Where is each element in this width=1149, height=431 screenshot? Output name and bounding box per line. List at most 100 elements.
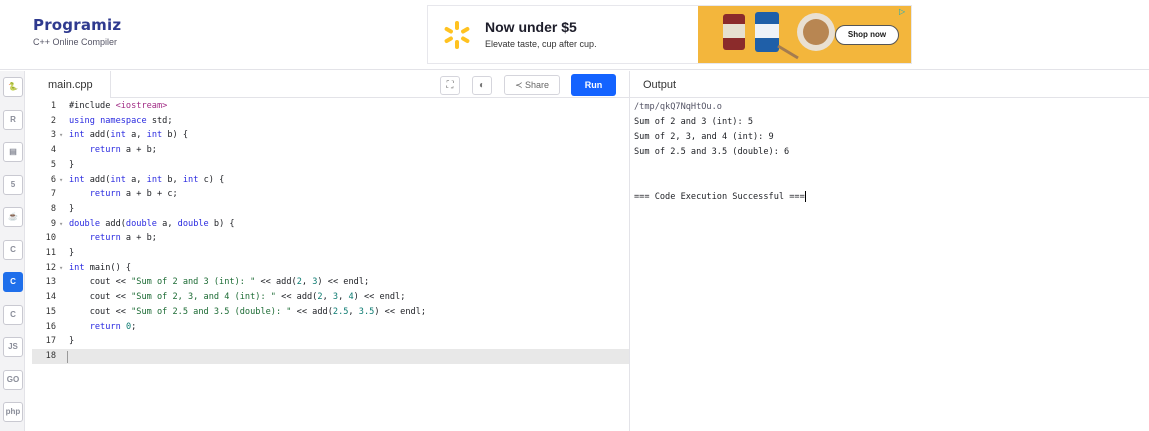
line-number: 16 [45,321,56,332]
text-cursor [67,350,68,363]
line-number: 12 [45,262,56,273]
language-sidebar: 🐍 R ▤ 5 ☕ C C C JS GO php [0,71,25,431]
output-console[interactable]: /tmp/qkQ7NqHtOu.o Sum of 2 and 3 (int): … [634,100,1144,205]
code-line[interactable]: 4 return a + b; [32,143,629,158]
output-path: /tmp/qkQ7NqHtOu.o [634,102,722,112]
fold-arrow-icon[interactable]: ▾ [59,261,63,276]
js-icon[interactable]: JS [3,337,23,357]
output-title: Output [643,79,677,91]
code-text: int add(int a, int b, int c) { [69,174,225,185]
code-text: } [69,159,75,170]
code-text: return 0; [89,321,137,332]
code-line[interactable]: 6 ▾ int add(int a, int b, int c) { [32,173,629,188]
fold-arrow-icon[interactable]: ▾ [59,128,63,143]
code-line[interactable]: 1 #include <iostream> [32,99,629,114]
code-line[interactable]: 9 ▾ double add(double a, double b) { [32,217,629,232]
code-line[interactable]: 18 [32,348,629,364]
editor-toolbar: main.cpp ⛶ ◐ ≺ Share Run [32,71,629,98]
code-text: cout << "Sum of 2.5 and 3.5 (double): " … [69,306,427,317]
code-line[interactable]: 2 using namespace std; [32,114,629,129]
line-number: 10 [45,233,56,244]
cpp-icon[interactable]: C [3,272,23,292]
top-header: Programiz C++ Online Compiler Now under … [0,0,1149,70]
code-text: cout << "Sum of 2 and 3 (int): " << add(… [69,277,370,288]
advertisement-banner[interactable]: Now under $5 Elevate taste, cup after cu… [427,5,912,64]
code-text: return a + b; [89,233,157,244]
output-line: Sum of 2 and 3 (int): 5 [634,117,753,127]
java-icon[interactable]: ☕ [3,207,23,227]
code-line[interactable]: 8} [32,202,629,217]
line-number: 14 [45,292,56,303]
code-line[interactable]: 13 cout << "Sum of 2 and 3 (int): " << a… [32,275,629,290]
ad-title: Now under $5 [485,19,577,35]
csharp-icon[interactable]: C [3,304,23,325]
output-line: Sum of 2.5 and 3.5 (double): 6 [634,147,790,157]
database-icon[interactable]: ▤ [3,142,23,162]
code-text: return a + b + c; [89,189,178,200]
line-number: 17 [45,336,56,347]
line-number: 2 [50,115,56,126]
shop-now-button[interactable]: Shop now [835,25,899,45]
code-line[interactable]: 12 ▾ int main() { [32,261,629,276]
line-number: 13 [45,277,56,288]
line-number: 8 [50,203,56,214]
line-number: 9 [50,218,56,229]
go-icon[interactable]: GO [3,369,23,390]
output-header: Output [630,71,1149,98]
line-number: 4 [50,145,56,156]
file-tab-main-cpp[interactable]: main.cpp [32,71,111,98]
fold-arrow-icon[interactable]: ▾ [59,173,63,188]
adchoices-icon[interactable]: ▷ [899,7,909,17]
line-number: 7 [50,189,56,200]
line-number: 1 [50,101,56,111]
code-text: } [69,336,75,347]
r-icon[interactable]: R [3,109,23,130]
brand-name: Programiz [33,16,122,34]
fold-arrow-icon[interactable]: ▾ [59,217,63,232]
ad-subtitle: Elevate taste, cup after cup. [485,39,597,49]
code-text: double add(double a, double b) { [69,218,235,229]
share-button[interactable]: ≺ Share [504,75,560,95]
html5-icon[interactable]: 5 [3,174,23,195]
brand-subtitle: C++ Online Compiler [33,37,118,47]
code-text: int add(int a, int b) { [69,130,189,141]
spark-icon [444,21,470,49]
output-line: Sum of 2, 3, and 4 (int): 9 [634,132,774,142]
line-number: 15 [45,306,56,317]
code-line[interactable]: 17} [32,334,629,349]
run-button[interactable]: Run [571,74,616,96]
line-number: 3 [50,130,56,141]
code-line[interactable]: 11} [32,246,629,261]
c-icon[interactable]: C [3,239,23,260]
pane-divider[interactable] [629,71,630,431]
line-number: 11 [45,248,56,258]
python-icon[interactable]: 🐍 [3,77,23,97]
output-cursor [804,191,806,202]
code-text: cout << "Sum of 2, 3, and 4 (int): " << … [69,292,406,303]
line-number: 5 [50,159,56,170]
share-icon: ≺ [514,80,523,90]
code-text: int main() { [69,262,132,273]
code-text: return a + b; [89,145,157,156]
code-line[interactable]: 5} [32,158,629,173]
line-number: 6 [50,174,56,185]
code-line[interactable]: 15 cout << "Sum of 2.5 and 3.5 (double):… [32,305,629,320]
code-text: } [69,248,75,258]
code-line[interactable]: 16 return 0; [32,320,629,335]
code-text: } [69,203,75,214]
code-text: #include <iostream> [69,101,168,111]
code-line[interactable]: 7 return a + b + c; [32,187,629,202]
code-text: using namespace std; [69,115,173,126]
code-line[interactable]: 14 cout << "Sum of 2, 3, and 4 (int): " … [32,290,629,305]
code-line[interactable]: 3 ▾ int add(int a, int b) { [32,128,629,143]
code-editor[interactable]: 1 #include <iostream> 2 using namespace std… [32,99,629,431]
share-label: Share [525,80,550,90]
dark-mode-icon[interactable]: ◐ [472,76,492,95]
output-line: === Code Execution Successful === [634,191,806,202]
fullscreen-icon[interactable]: ⛶ [440,76,460,95]
php-icon[interactable]: php [3,402,23,422]
code-line[interactable]: 10 return a + b; [32,231,629,246]
programiz-logo[interactable]: Programiz C++ Online Compiler [33,16,121,47]
